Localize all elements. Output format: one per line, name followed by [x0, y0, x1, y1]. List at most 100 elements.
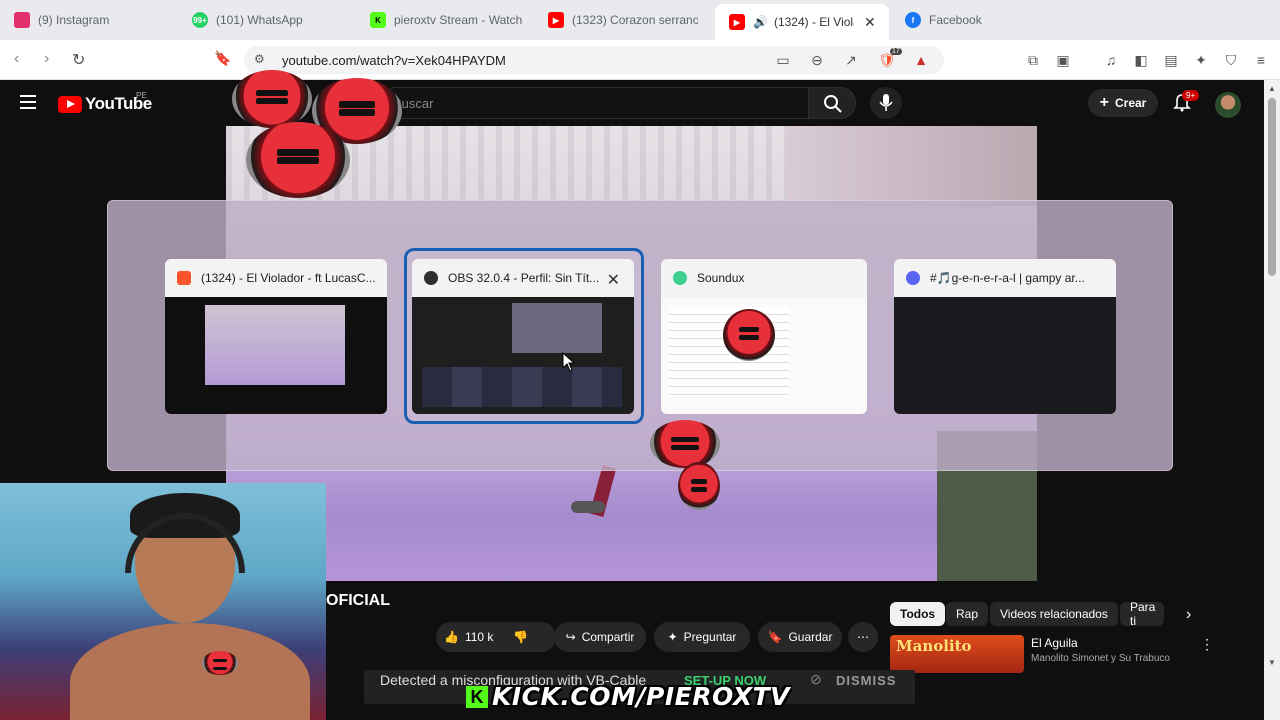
sparkle-icon: ✦: [667, 630, 678, 644]
vpn-icon[interactable]: ⛉: [1222, 51, 1240, 69]
bot-sticker: [723, 309, 775, 361]
save-label: Guardar: [788, 630, 833, 644]
kick-url-overlay: KICK.COM/PIEROXTV: [492, 682, 790, 711]
extensions-icon[interactable]: ⧉: [1024, 51, 1042, 69]
leo-ai-icon[interactable]: ✦: [1192, 51, 1210, 69]
back-icon[interactable]: ‹: [14, 50, 19, 68]
window-card-soundux[interactable]: Soundux: [661, 259, 867, 414]
tab-youtube-active[interactable]: ▶ 🔊 (1324) - El Violad ✕: [715, 4, 889, 40]
obs-docks: [422, 367, 622, 407]
dismiss-button[interactable]: DISMISS: [836, 673, 896, 688]
tab-instagram[interactable]: (9) Instagram: [14, 6, 184, 34]
youtube-logo[interactable]: YouTube PE: [58, 91, 152, 114]
window-title: (1324) - El Violador - ft LucasC...: [201, 271, 376, 285]
kick-icon: K: [370, 12, 386, 28]
ask-button[interactable]: ✦ Preguntar: [654, 622, 750, 652]
avatar[interactable]: [1215, 92, 1241, 118]
tab-whatsapp[interactable]: 99+ (101) WhatsApp: [192, 6, 362, 34]
window-card-obs[interactable]: OBS 32.0.4 - Perfil: Sin Tít... ✕: [412, 259, 634, 414]
like-icon[interactable]: 👍: [444, 630, 459, 644]
chip-rap[interactable]: Rap: [946, 602, 989, 626]
recommendation-channel[interactable]: Manolito Simonet y Su Trabuco: [1031, 653, 1170, 664]
site-settings-icon[interactable]: ⚙: [254, 52, 265, 66]
media-icon[interactable]: ♫: [1102, 51, 1120, 69]
search-input[interactable]: Buscar: [380, 87, 808, 119]
search-button[interactable]: [808, 87, 856, 119]
microphone-icon: [879, 94, 893, 111]
tab-label: (101) WhatsApp: [216, 13, 303, 27]
obs-icon: [424, 271, 438, 285]
thumbnail-text: Manolito: [896, 637, 972, 655]
window-title: #🎵g-e-n-e-r-a-l | gampy ar...: [930, 271, 1085, 285]
window-thumbnail: [412, 297, 634, 414]
voice-search-button[interactable]: [870, 87, 902, 119]
cast-icon[interactable]: ▭: [774, 51, 792, 69]
reload-icon[interactable]: ↻: [72, 50, 85, 70]
tab-label: (9) Instagram: [38, 13, 110, 27]
dislike-icon[interactable]: 👎: [513, 630, 528, 644]
window-card-title: #🎵g-e-n-e-r-a-l | gampy ar...: [894, 259, 1116, 297]
bot-sticker: [678, 462, 720, 510]
create-button[interactable]: + Crear: [1088, 89, 1158, 117]
scroll-up-icon[interactable]: ▲: [1268, 84, 1276, 93]
more-icon: ⋯: [857, 630, 869, 644]
chip-related[interactable]: Videos relacionados: [990, 602, 1118, 626]
dismiss-icon: ⊘: [810, 671, 822, 687]
youtube-play-icon: [58, 95, 82, 113]
chevron-right-icon[interactable]: ›: [1186, 606, 1191, 624]
window-card-brave[interactable]: (1324) - El Violador - ft LucasC...: [165, 259, 387, 414]
window-thumbnail: [661, 297, 867, 414]
webcam-overlay: [0, 483, 326, 720]
discord-icon: [906, 271, 920, 285]
more-actions-button[interactable]: ⋯: [848, 622, 878, 652]
chip-todos[interactable]: Todos: [890, 602, 946, 626]
instagram-icon: [14, 12, 30, 28]
tab-kick-stream[interactable]: K pieroxtv Stream - Watch: [370, 6, 522, 34]
window-card-title: OBS 32.0.4 - Perfil: Sin Tít... ✕: [412, 259, 634, 297]
address-bar: ‹ › ↻ 🔖 ⚙ youtube.com/watch?v=Xek04HPAYD…: [0, 40, 1280, 80]
hamburger-menu-icon[interactable]: [20, 95, 36, 109]
page-scrollbar[interactable]: ▲ ▼: [1264, 80, 1280, 720]
share-icon[interactable]: ↗: [842, 51, 860, 69]
url-field[interactable]: ⚙ youtube.com/watch?v=Xek04HPAYDM ▭ ⊖ ↗ …: [244, 46, 944, 74]
ask-label: Preguntar: [683, 630, 737, 644]
menu-icon[interactable]: ≡: [1252, 51, 1270, 69]
window-card-discord[interactable]: #🎵g-e-n-e-r-a-l | gampy ar...: [894, 259, 1116, 414]
thumbnail-video: [205, 305, 345, 385]
browser-tab-bar: (9) Instagram 99+ (101) WhatsApp K piero…: [0, 0, 1280, 40]
youtube-icon: ▶: [548, 12, 564, 28]
like-count[interactable]: 110 k: [465, 630, 493, 644]
wallet-icon[interactable]: ▤: [1162, 51, 1180, 69]
video-title: OFICIAL: [326, 592, 390, 609]
scrollbar-thumb[interactable]: [1268, 98, 1276, 276]
tab-youtube-corazon[interactable]: ▶ (1323) Corazon serrano: [548, 6, 698, 34]
tab-facebook[interactable]: f Facebook: [905, 6, 1055, 34]
tab-label: pieroxtv Stream - Watch: [394, 13, 522, 27]
scroll-down-icon[interactable]: ▼: [1268, 658, 1276, 667]
tab-search-icon[interactable]: ▣: [1054, 51, 1072, 69]
sidebar-icon[interactable]: ◧: [1132, 51, 1150, 69]
close-tab-icon[interactable]: ✕: [864, 14, 876, 31]
bot-sticker: [202, 651, 238, 675]
youtube-header: YouTube PE Buscar + Crear 9+: [0, 80, 1264, 126]
brave-rewards-icon[interactable]: ▲: [912, 51, 930, 69]
mouse-cursor-icon: [562, 352, 576, 372]
whatsapp-icon: 99+: [192, 12, 208, 28]
save-button[interactable]: 🔖 Guardar: [758, 622, 842, 652]
zoom-icon[interactable]: ⊖: [808, 51, 826, 69]
more-vert-icon[interactable]: ⋮: [1200, 636, 1214, 653]
window-title: OBS 32.0.4 - Perfil: Sin Tít...: [448, 271, 600, 285]
facebook-icon: f: [905, 12, 921, 28]
screen: (9) Instagram 99+ (101) WhatsApp K piero…: [0, 0, 1280, 720]
brave-icon: [177, 271, 191, 285]
chip-para-ti[interactable]: Para ti: [1120, 602, 1164, 626]
share-button[interactable]: ↪ Compartir: [554, 622, 646, 652]
recommendation-thumbnail[interactable]: Manolito: [890, 635, 1024, 673]
forward-icon[interactable]: ›: [44, 50, 49, 68]
close-window-icon[interactable]: ✕: [607, 270, 620, 290]
bookmark-icon[interactable]: 🔖: [214, 50, 231, 67]
recommendation-title[interactable]: El Aguila: [1031, 636, 1078, 650]
window-title: Soundux: [697, 271, 745, 285]
share-label: Compartir: [581, 630, 635, 644]
bot-sticker: [232, 70, 312, 128]
